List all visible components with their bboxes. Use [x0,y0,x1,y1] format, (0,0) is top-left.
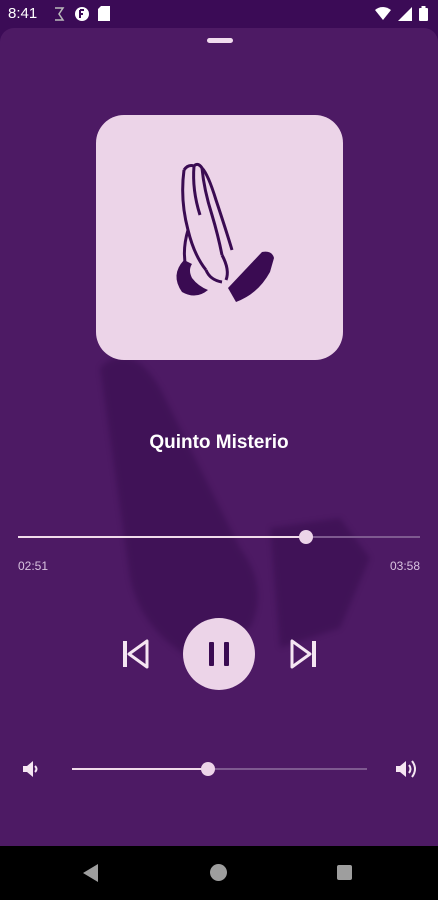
progress-fill [18,536,306,538]
progress-thumb[interactable] [298,530,313,544]
praying-hands-icon [176,162,274,302]
album-art [96,115,343,360]
volume-row [0,756,438,782]
track-title: Quinto Misterio [149,432,289,453]
home-icon[interactable] [210,864,227,881]
signal-icon [398,6,412,21]
volume-low-icon[interactable] [22,759,40,779]
notification-icon [55,7,65,21]
app-icon [75,7,89,21]
progress-slider[interactable] [18,530,420,544]
status-bar: 8:41 [0,0,438,28]
status-icons-left [52,6,110,22]
volume-thumb[interactable] [200,762,215,776]
skip-previous-icon [123,639,149,669]
play-pause-button[interactable] [183,618,255,690]
battery-icon [419,6,428,21]
volume-fill [72,768,208,770]
player-sheet: Quinto Misterio 02:51 03:58 [0,28,438,846]
recents-icon[interactable] [337,865,352,880]
pause-icon [209,642,229,666]
volume-high-icon[interactable] [395,758,419,780]
sd-card-icon [98,6,110,21]
wifi-icon [375,7,391,20]
next-button[interactable] [287,638,321,670]
back-icon[interactable] [83,864,99,882]
previous-button[interactable] [118,638,152,670]
total-time: 03:58 [389,559,420,573]
navigation-bar [0,846,438,900]
elapsed-time: 02:51 [18,559,49,573]
status-icons-right [375,6,428,21]
volume-slider[interactable] [72,762,367,776]
playback-controls [0,618,438,690]
skip-next-icon [290,639,316,669]
status-time: 8:41 [8,5,38,22]
drag-handle[interactable] [207,38,233,43]
